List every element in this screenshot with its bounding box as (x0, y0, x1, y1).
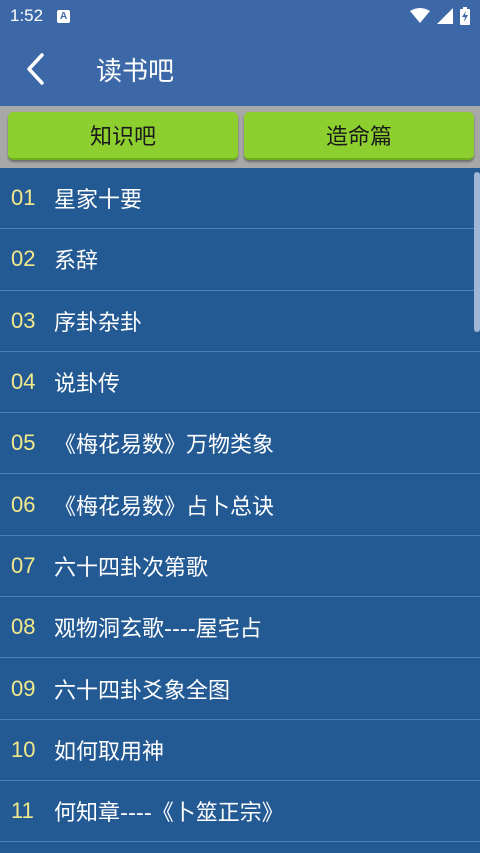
item-title: 说卦传 (54, 372, 121, 398)
list-item[interactable]: 09 六十四卦爻象全图 (0, 658, 480, 720)
wifi-icon (410, 8, 430, 23)
item-number: 03 (11, 307, 36, 333)
list-item[interactable]: 03 序卦杂卦 (0, 291, 480, 352)
item-number: 11 (11, 798, 34, 824)
notification-icon: A (57, 9, 71, 23)
item-number: 07 (11, 552, 36, 578)
item-title: 观物洞玄歌----屋宅占 (54, 617, 262, 643)
list-item[interactable]: 01 星家十要 (0, 168, 480, 230)
app-bar: 读书吧 (0, 32, 480, 106)
tab-destiny[interactable]: 造命篇 (244, 112, 474, 160)
list-item[interactable]: 07 六十四卦次第歌 (0, 536, 480, 598)
item-title: 《梅花易数》万物类象 (54, 433, 275, 459)
item-title: 序卦杂卦 (54, 310, 143, 336)
list-scrollbar[interactable] (474, 172, 480, 332)
list-item[interactable]: 05 《梅花易数》万物类象 (0, 413, 480, 475)
item-number: 10 (11, 736, 36, 762)
item-number: 05 (11, 430, 36, 456)
list-item[interactable]: 06 《梅花易数》占卜总诀 (0, 474, 480, 536)
status-time: 1:52 (10, 6, 44, 25)
list-item[interactable]: 08 观物洞玄歌----屋宅占 (0, 597, 480, 659)
item-title: 系辞 (54, 249, 99, 275)
status-icons (410, 7, 470, 25)
list-item[interactable]: 10 如何取用神 (0, 720, 480, 781)
tab-strip: 知识吧 造命篇 (0, 106, 480, 168)
list-item[interactable]: 04 说卦传 (0, 352, 480, 414)
item-number: 08 (11, 614, 36, 640)
back-arrow-icon (27, 53, 44, 85)
item-number: 01 (11, 185, 36, 211)
list-item[interactable]: 02 系辞 (0, 229, 480, 291)
back-button[interactable] (0, 32, 70, 106)
item-title: 何知章----《卜筮正宗》 (54, 801, 284, 827)
item-title: 《梅花易数》占卜总诀 (54, 494, 275, 520)
list-item[interactable]: 11 何知章----《卜筮正宗》 (0, 781, 480, 843)
item-title: 星家十要 (54, 188, 143, 214)
item-title: 如何取用神 (54, 739, 165, 765)
article-list: 01 星家十要 02 系辞 03 序卦杂卦 04 说卦传 05 《梅花易数》万物… (0, 168, 480, 853)
item-title: 六十四卦爻象全图 (54, 678, 231, 704)
item-number: 02 (11, 246, 36, 272)
tab-knowledge[interactable]: 知识吧 (8, 112, 238, 160)
item-number: 04 (11, 369, 36, 395)
page-title: 读书吧 (96, 56, 175, 87)
signal-icon (437, 8, 453, 24)
item-number: 09 (11, 675, 36, 701)
item-number: 06 (11, 491, 36, 517)
status-bar: 1:52 A (0, 0, 480, 32)
item-title: 六十四卦次第歌 (54, 555, 209, 581)
battery-icon (460, 7, 470, 25)
